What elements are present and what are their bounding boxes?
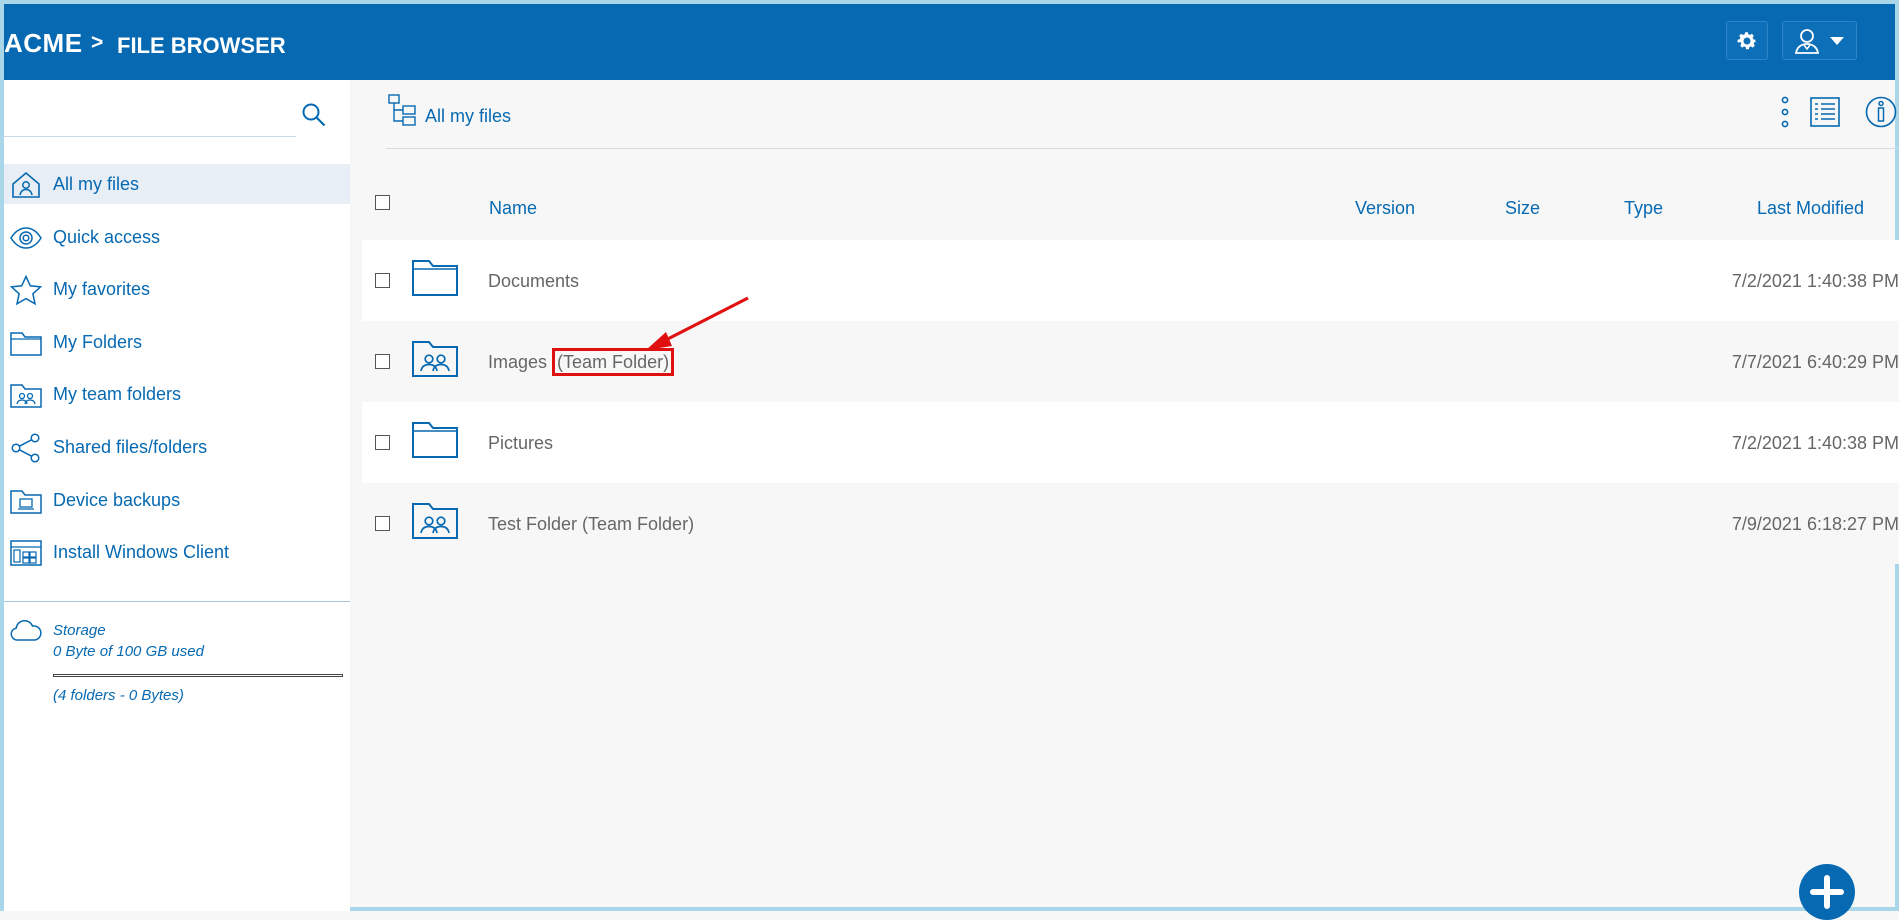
file-name-text: Images [488, 352, 548, 372]
last-modified: 7/2/2021 1:40:38 PM [1731, 271, 1899, 291]
cloud-icon [10, 620, 42, 647]
breadcrumb-separator: > [91, 31, 104, 54]
table-row[interactable]: Pictures 7/2/2021 1:40:38 PM [362, 402, 1899, 483]
add-button[interactable] [1799, 864, 1855, 920]
team-folder-icon [10, 380, 42, 410]
last-modified: 7/2/2021 1:40:38 PM [1731, 433, 1899, 453]
annotation-arrow [646, 296, 749, 350]
row-checkbox[interactable] [375, 273, 390, 288]
row-checkbox[interactable] [375, 435, 390, 450]
sidebar-divider [4, 601, 350, 602]
current-path-label[interactable]: All my files [425, 106, 511, 127]
storage-count-text: (4 folders - 0 Bytes) [53, 687, 184, 704]
user-menu-button[interactable] [1782, 21, 1857, 60]
select-all-checkbox[interactable] [375, 195, 390, 210]
search-box [4, 100, 296, 137]
file-name[interactable]: Pictures [488, 433, 553, 454]
sidebar-item-label: My favorites [53, 279, 151, 300]
main-toolbar: All my files [386, 80, 1898, 149]
folder-tree-icon [388, 94, 418, 131]
sidebar-item-shared-files-folders[interactable]: Shared files/folders [4, 427, 350, 467]
search-icon [302, 103, 326, 127]
column-header-version[interactable]: Version [1355, 198, 1415, 219]
sidebar-item-label: Quick access [53, 226, 161, 247]
main-content: All my files Name Version Size Type Last… [362, 80, 1899, 911]
file-name-text: Documents [488, 271, 580, 291]
search-button[interactable] [301, 102, 327, 133]
table-header: Name Version Size Type Last Modified [362, 170, 1899, 240]
plus-icon [1810, 875, 1844, 909]
windows-client-icon [10, 538, 42, 568]
last-modified: 7/7/2021 6:40:29 PM [1731, 352, 1899, 372]
sidebar-item-device-backups[interactable]: Device backups [4, 480, 350, 520]
caret-down-icon [1829, 36, 1844, 45]
team-folder-icon [411, 501, 459, 546]
search-input[interactable] [4, 100, 278, 136]
table-row[interactable]: Documents 7/2/2021 1:40:38 PM [362, 240, 1899, 321]
sidebar-item-label: My team folders [53, 384, 182, 405]
top-bar: ACME > FILE BROWSER [4, 4, 1895, 80]
gear-icon [1737, 31, 1757, 49]
file-table: Name Version Size Type Last Modified Doc… [362, 170, 1899, 564]
sidebar-item-label: Install Windows Client [53, 542, 230, 563]
file-name[interactable]: Images (Team Folder) [488, 348, 675, 376]
row-checkbox[interactable] [375, 354, 390, 369]
more-vertical-icon [1781, 96, 1789, 128]
folder-icon [411, 420, 459, 465]
user-icon [1794, 28, 1819, 54]
settings-button[interactable] [1726, 21, 1768, 60]
table-row[interactable]: Images (Team Folder) 7/7/2021 6:40:29 PM [362, 321, 1899, 402]
backup-icon [10, 486, 42, 516]
sidebar-item-all-my-files[interactable]: All my files [4, 164, 350, 204]
folder-icon [411, 258, 459, 303]
page-title: FILE BROWSER [117, 33, 286, 58]
eye-icon [10, 223, 42, 253]
star-icon [10, 275, 42, 306]
column-header-type[interactable]: Type [1624, 198, 1663, 219]
sidebar-item-my-favorites[interactable]: My favorites [4, 269, 350, 309]
sidebar-item-label: My Folders [53, 331, 143, 352]
storage-used-text: 0 Byte of 100 GB used [53, 643, 204, 660]
sidebar: All my files Quick access My favorites M… [4, 80, 350, 911]
storage-progress-bar [53, 674, 343, 677]
file-name[interactable]: Test Folder (Team Folder) [488, 514, 694, 535]
file-name-text: Pictures [488, 433, 554, 453]
sidebar-item-my-team-folders[interactable]: My team folders [4, 374, 350, 414]
row-checkbox[interactable] [375, 516, 390, 531]
file-name-text: Test Folder (Team Folder) [488, 514, 695, 534]
column-header-last-modified[interactable]: Last Modified [1757, 198, 1864, 219]
list-view-button[interactable] [1810, 97, 1840, 132]
brand-name[interactable]: ACME [4, 28, 83, 59]
table-row[interactable]: Test Folder (Team Folder) 7/9/2021 6:18:… [362, 483, 1899, 564]
last-modified: 7/9/2021 6:18:27 PM [1731, 514, 1899, 534]
home-icon [10, 170, 42, 200]
folder-icon [10, 328, 42, 358]
info-button[interactable] [1865, 96, 1897, 133]
sidebar-item-label: All my files [53, 174, 140, 194]
sidebar-item-label: Shared files/folders [53, 436, 208, 457]
sidebar-item-my-folders[interactable]: My Folders [4, 322, 350, 362]
storage-title: Storage [53, 622, 106, 639]
column-header-size[interactable]: Size [1505, 198, 1540, 219]
list-view-icon [1810, 97, 1840, 127]
sidebar-item-install-windows-client[interactable]: Install Windows Client [4, 532, 350, 572]
sidebar-item-label: Device backups [53, 489, 181, 510]
info-icon [1865, 96, 1897, 128]
file-name[interactable]: Documents [488, 271, 579, 292]
sidebar-item-quick-access[interactable]: Quick access [4, 217, 350, 257]
share-icon [10, 433, 42, 463]
column-header-name[interactable]: Name [489, 198, 537, 219]
sidebar-nav: All my files Quick access My favorites M… [4, 164, 350, 585]
more-options-button[interactable] [1779, 96, 1791, 133]
team-folder-icon [411, 339, 459, 384]
